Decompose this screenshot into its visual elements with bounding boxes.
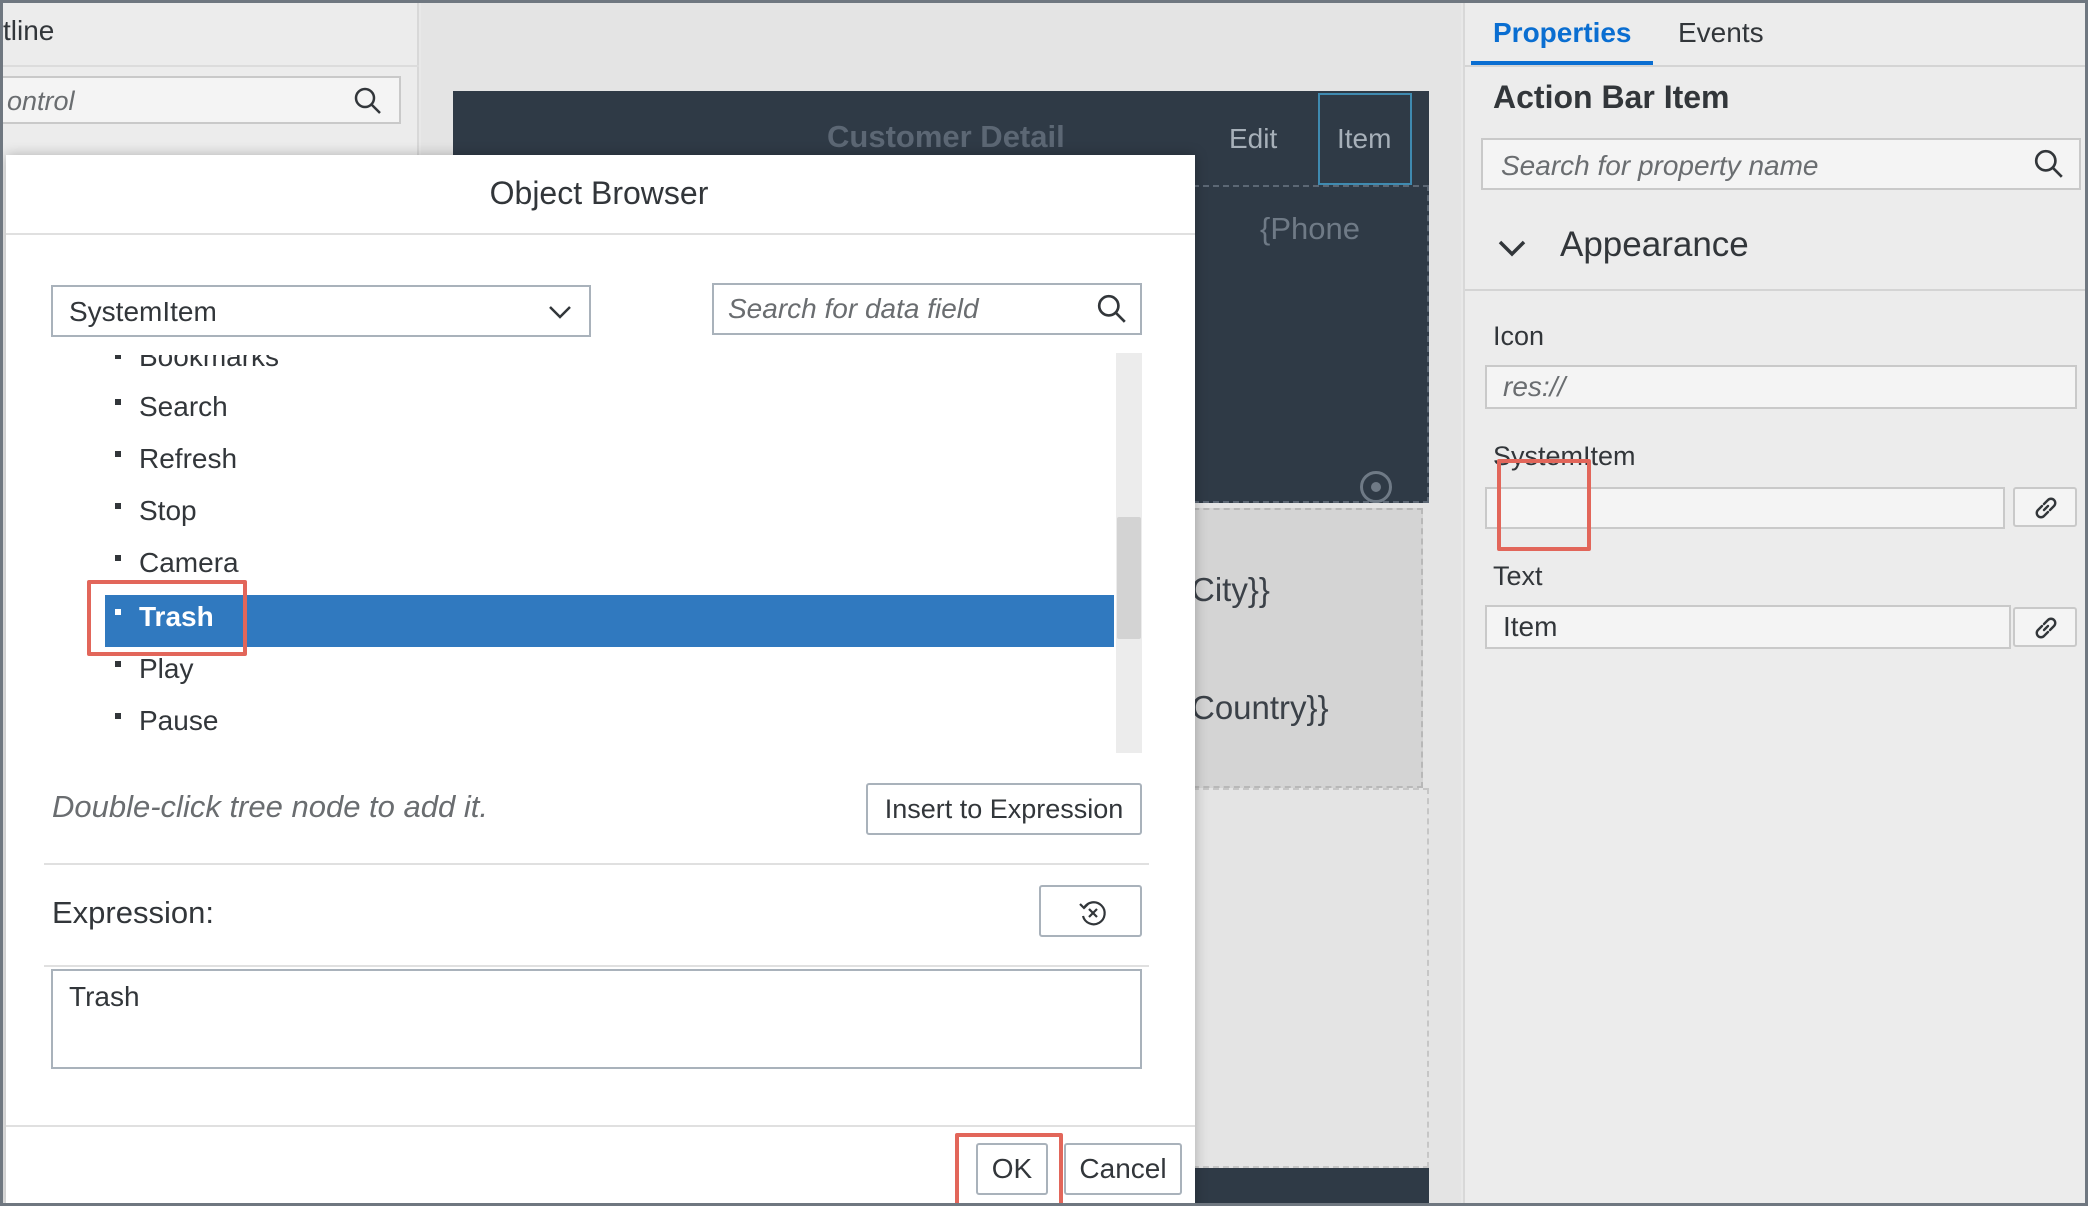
link-icon [2035, 497, 2057, 519]
text-field-label: Text [1493, 561, 1543, 591]
search-icon[interactable] [1096, 293, 1128, 330]
dialog-title: Object Browser [489, 175, 709, 211]
category-dropdown-value: SystemItem [69, 296, 217, 327]
tree-item-label: Trash [139, 601, 214, 632]
clear-expression-button[interactable] [1039, 885, 1142, 937]
cancel-button[interactable]: Cancel [1064, 1143, 1182, 1195]
tree-item[interactable]: Pause [105, 699, 1105, 751]
divider [6, 233, 1195, 235]
category-dropdown[interactable]: SystemItem [51, 285, 591, 337]
properties-panel: Properties Events Action Bar Item Search… [1463, 3, 2085, 1203]
tree-hint-text: Double-click tree node to add it. [52, 789, 488, 824]
systemitem-bind-button[interactable] [2013, 487, 2077, 527]
tree-view[interactable]: Bookmarks Search Refresh Stop Camera Tra… [51, 355, 1144, 753]
chevron-down-icon[interactable] [547, 301, 573, 328]
bullet-icon [115, 713, 121, 719]
tree-item[interactable]: Refresh [105, 437, 1105, 489]
phone-binding-text: {Phone [1260, 211, 1360, 246]
expression-textarea[interactable]: Trash [51, 969, 1142, 1069]
appearance-section-label: Appearance [1560, 225, 1749, 264]
data-field-search-placeholder: Search for data field [728, 293, 979, 324]
divider [44, 863, 1149, 865]
outline-search-input[interactable]: ontrol [3, 76, 401, 124]
text-field[interactable]: Item [1485, 605, 2011, 649]
city-binding-text: City}} [1191, 571, 1270, 608]
divider [6, 1125, 1195, 1127]
action-bar-edit-item[interactable]: Edit [1229, 123, 1277, 155]
tree-item-label: Bookmarks [139, 355, 280, 372]
properties-heading: Action Bar Item [1493, 79, 1730, 115]
phone-footer [1183, 1168, 1429, 1203]
tree-item[interactable]: Camera [105, 541, 1105, 593]
expression-label: Expression: [52, 895, 214, 930]
country-binding-text: Country}} [1191, 689, 1329, 726]
bullet-icon [115, 609, 121, 615]
phone-body-section [1183, 788, 1429, 1168]
property-search-placeholder: Search for property name [1501, 150, 1819, 181]
tree-item[interactable]: Play [105, 647, 1105, 699]
bullet-icon [115, 451, 121, 457]
outline-search-placeholder: ontrol [7, 86, 75, 116]
active-tab-indicator [1471, 61, 1653, 65]
tree-scrollbar-thumb[interactable] [1117, 517, 1141, 639]
systemitem-field[interactable] [1485, 487, 2005, 529]
divider [3, 65, 419, 67]
bullet-icon [115, 355, 121, 359]
tab-properties[interactable]: Properties [1493, 17, 1632, 49]
tree-item[interactable]: Bookmarks [105, 355, 1105, 385]
tree-item[interactable]: Stop [105, 489, 1105, 541]
insert-to-expression-button[interactable]: Insert to Expression [866, 783, 1142, 835]
appearance-section-header[interactable]: Appearance [1465, 209, 2085, 291]
target-icon [1360, 471, 1392, 503]
divider [44, 965, 1149, 967]
ok-button[interactable]: OK [976, 1143, 1048, 1195]
tree-item-label: Camera [139, 547, 239, 578]
tree-item-label: Play [139, 653, 194, 684]
reset-clear-icon [1079, 901, 1106, 926]
icon-field-label: Icon [1493, 321, 1545, 351]
phone-page-title: Customer Detail [827, 119, 1065, 154]
bullet-icon [115, 661, 121, 667]
icon-field[interactable]: res:// [1485, 365, 2077, 409]
chevron-down-icon[interactable] [1495, 231, 1529, 270]
data-field-search-input[interactable]: Search for data field [712, 283, 1142, 335]
text-bind-button[interactable] [2013, 607, 2077, 647]
action-bar-item[interactable]: Item [1337, 123, 1391, 155]
text-field-value: Item [1503, 611, 1558, 642]
outline-title: tline [3, 15, 55, 46]
property-search-input[interactable]: Search for property name [1481, 138, 2081, 190]
tab-events[interactable]: Events [1678, 17, 1764, 49]
object-browser-dialog: Object Browser SystemItem Search for dat… [6, 155, 1195, 1203]
bullet-icon [115, 503, 121, 509]
tree-item-label: Pause [139, 705, 219, 736]
search-icon[interactable] [2033, 148, 2065, 185]
tree-item-label: Stop [139, 495, 197, 526]
tree-item-selected[interactable]: Trash [105, 595, 1114, 647]
phone-address-section[interactable] [1183, 508, 1423, 788]
bullet-icon [115, 555, 121, 561]
app-frame: tline ontrol Customer Detail Edit Item {… [0, 0, 2088, 1206]
tree-item-label: Refresh [139, 443, 238, 474]
search-icon[interactable] [353, 86, 383, 121]
tree-item[interactable]: Search [105, 385, 1105, 437]
icon-field-placeholder: res:// [1503, 371, 1566, 402]
tree-item-label: Search [139, 391, 228, 422]
properties-tabbar: Properties Events [1465, 3, 2085, 67]
expression-value: Trash [69, 981, 140, 1012]
bullet-icon [115, 399, 121, 405]
systemitem-field-label: SystemItem [1493, 441, 1636, 471]
link-icon [2035, 617, 2057, 639]
